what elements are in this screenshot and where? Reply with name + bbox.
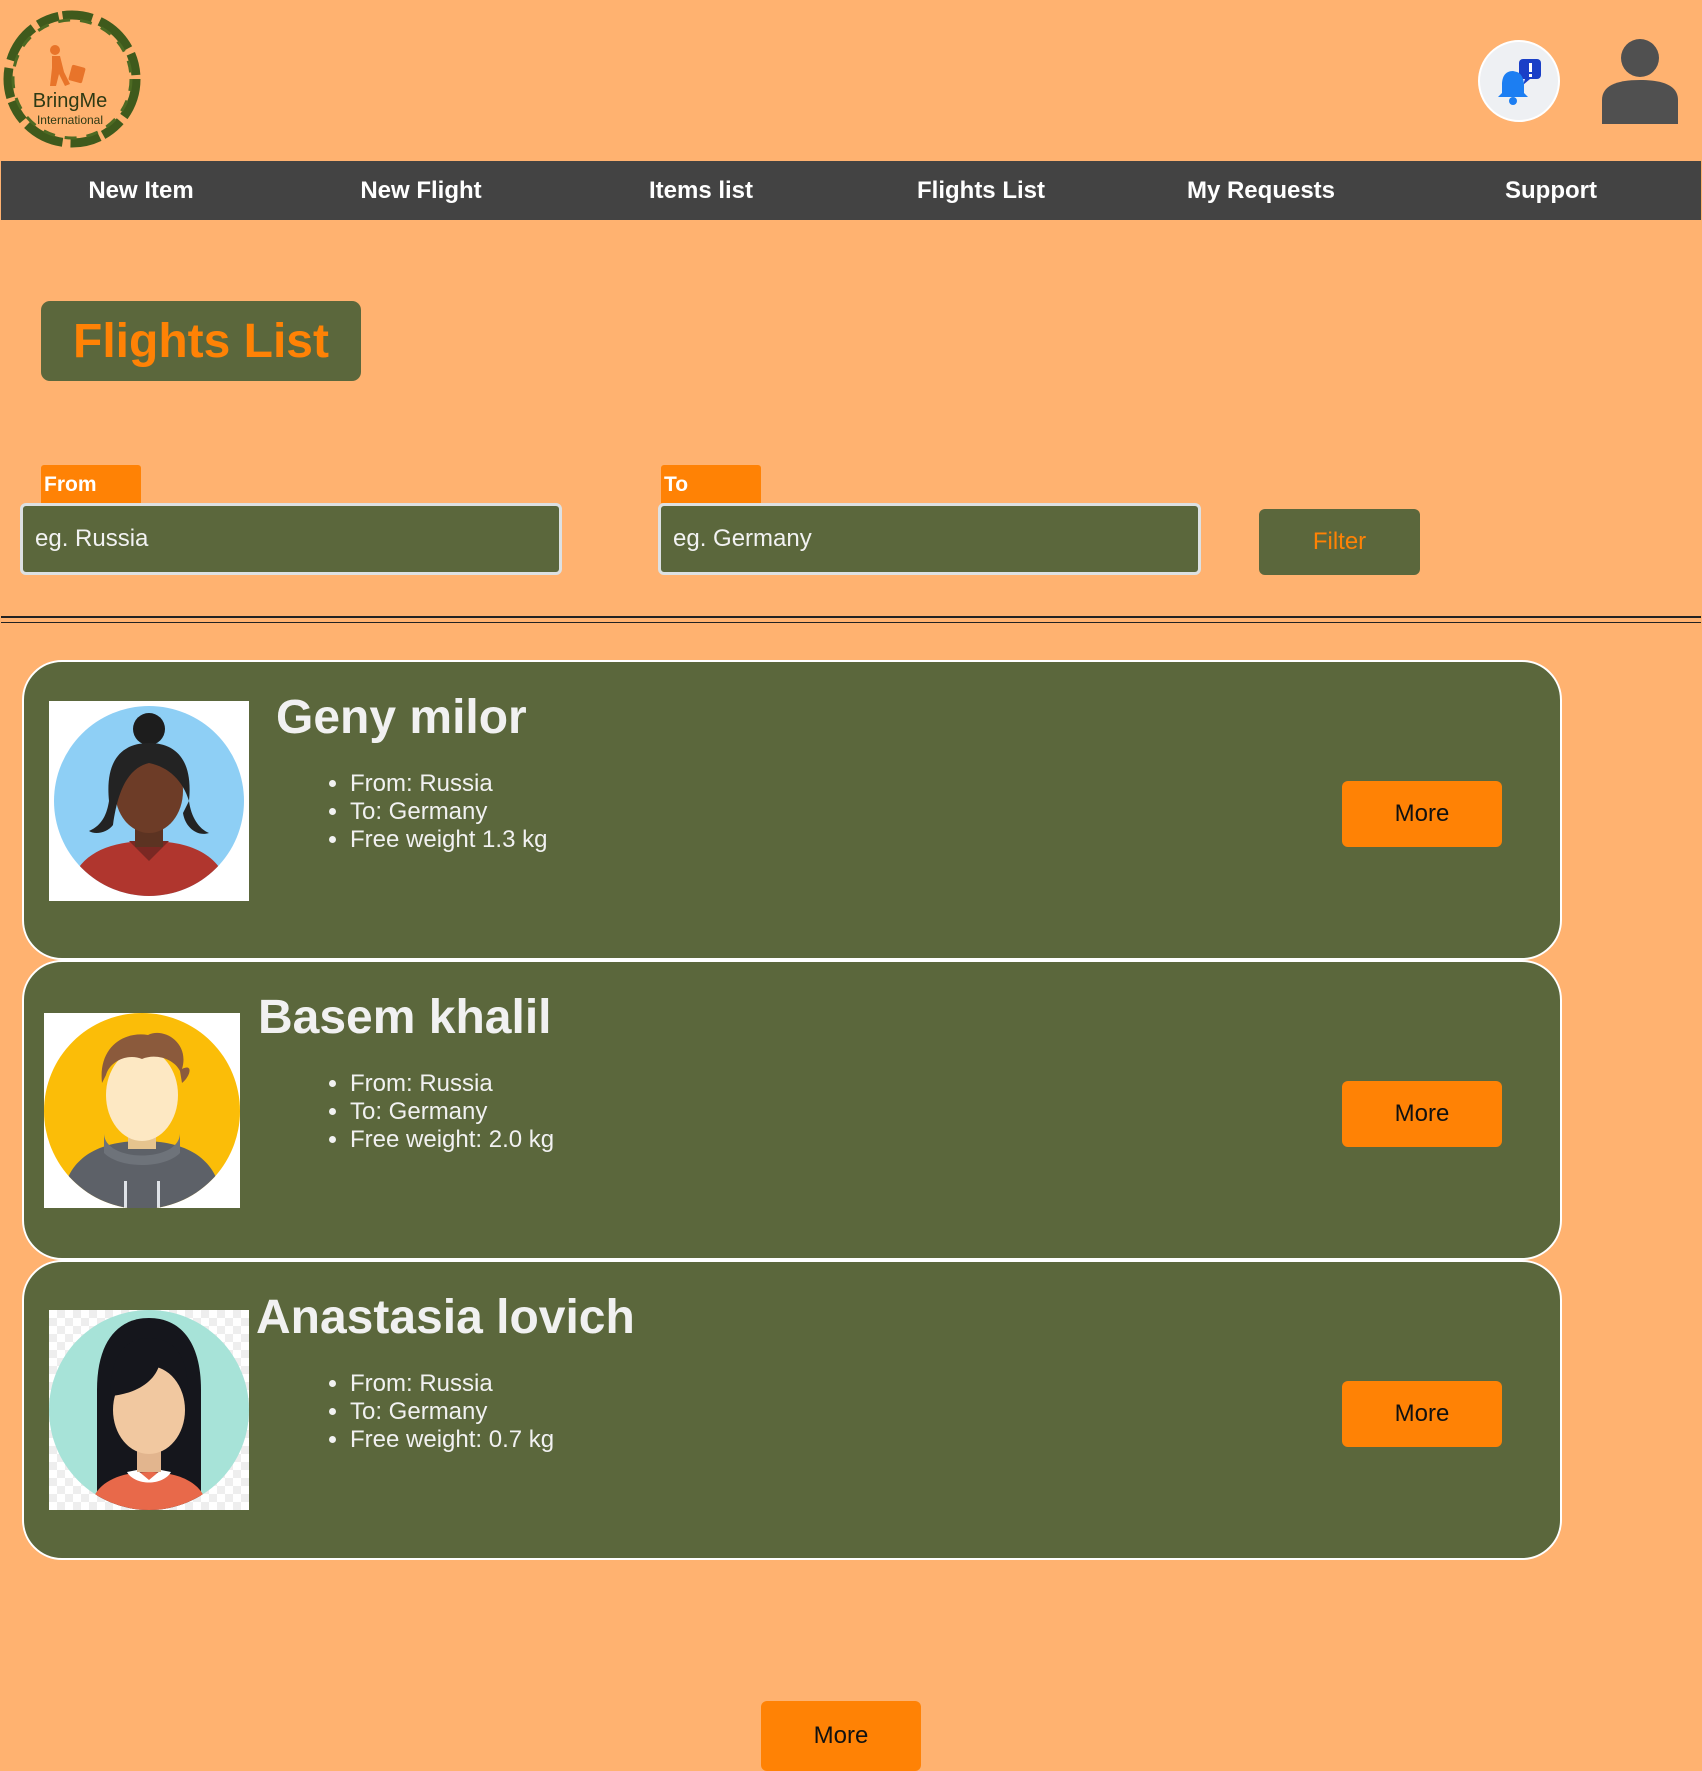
divider [1, 622, 1701, 623]
flight-free-weight: Free weight 1.3 kg [350, 826, 547, 854]
flight-to: To: Germany [350, 1398, 554, 1426]
more-button[interactable]: More [1342, 1381, 1502, 1447]
load-more-button[interactable]: More [761, 1701, 921, 1771]
flight-card: Anastasia lovich From: Russia To: German… [22, 1260, 1562, 1560]
avatar-woman-long-hair-icon [49, 1310, 249, 1510]
from-label: From [41, 465, 141, 503]
nav-item-new-flight[interactable]: New Flight [321, 161, 521, 220]
flight-from: From: Russia [350, 770, 547, 798]
nav-item-items-list[interactable]: Items list [601, 161, 801, 220]
nav-item-my-requests[interactable]: My Requests [1151, 161, 1371, 220]
user-profile-button[interactable] [1598, 38, 1682, 124]
to-label: To [661, 465, 761, 503]
flight-details: From: Russia To: Germany Free weight: 2.… [294, 1070, 554, 1154]
traveler-name: Anastasia lovich [256, 1291, 635, 1344]
filter-button[interactable]: Filter [1259, 509, 1420, 575]
nav-item-flights-list[interactable]: Flights List [881, 161, 1081, 220]
flight-to: To: Germany [350, 798, 547, 826]
brand-logo[interactable]: BringMe International [0, 6, 144, 152]
nav-item-support[interactable]: Support [1451, 161, 1651, 220]
traveler-name: Geny milor [276, 691, 527, 744]
flight-free-weight: Free weight: 2.0 kg [350, 1126, 554, 1154]
main-navbar: New Item New Flight Items list Flights L… [1, 161, 1701, 220]
nav-item-new-item[interactable]: New Item [41, 161, 241, 220]
flight-details: From: Russia To: Germany Free weight: 0.… [294, 1370, 554, 1454]
avatar-woman-bun-icon [49, 701, 249, 901]
divider [1, 616, 1701, 618]
flight-from: From: Russia [350, 1070, 554, 1098]
page-title-box: Flights List [41, 301, 361, 381]
brand-name: BringMe [33, 90, 107, 112]
flight-details: From: Russia To: Germany Free weight 1.3… [294, 770, 547, 854]
more-button[interactable]: More [1342, 781, 1502, 847]
notification-bell-icon [1498, 59, 1541, 105]
page-title: Flights List [73, 314, 329, 368]
brand-tagline: International [37, 113, 103, 127]
from-input[interactable] [20, 503, 562, 575]
flight-free-weight: Free weight: 0.7 kg [350, 1426, 554, 1454]
to-input[interactable] [658, 503, 1201, 575]
traveler-name: Basem khalil [258, 991, 552, 1044]
avatar-man-hoodie-icon [44, 1013, 240, 1208]
user-avatar-icon [1602, 39, 1678, 124]
flight-card: Geny milor From: Russia To: Germany Free… [22, 660, 1562, 960]
flight-card: Basem khalil From: Russia To: Germany Fr… [22, 960, 1562, 1260]
more-button[interactable]: More [1342, 1081, 1502, 1147]
notifications-button[interactable] [1478, 40, 1560, 122]
flight-from: From: Russia [350, 1370, 554, 1398]
flight-to: To: Germany [350, 1098, 554, 1126]
